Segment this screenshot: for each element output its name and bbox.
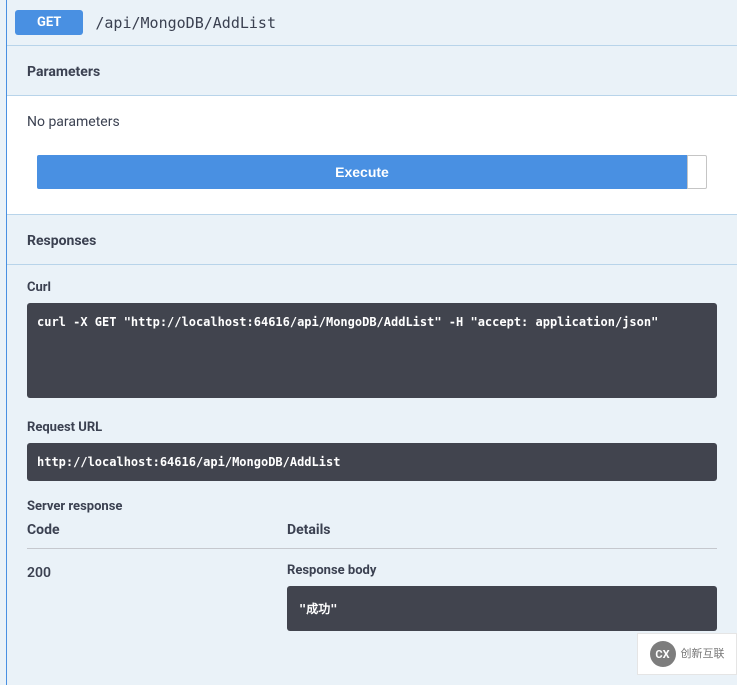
column-code-header: Code [27, 522, 287, 538]
response-body-label: Response body [287, 563, 717, 578]
responses-header: Responses [7, 214, 737, 265]
watermark-logo-icon: CX [650, 641, 676, 667]
no-parameters-text: No parameters [27, 114, 717, 130]
parameters-header: Parameters [7, 45, 737, 96]
response-body-block[interactable]: "成功" [287, 586, 717, 631]
parameters-title: Parameters [27, 64, 100, 80]
server-response-label: Server response [27, 499, 717, 514]
http-method-badge: GET [15, 10, 83, 35]
request-url-block[interactable]: http://localhost:64616/api/MongoDB/AddLi… [27, 443, 717, 481]
curl-command-block[interactable]: curl -X GET "http://localhost:64616/api/… [27, 303, 717, 398]
parameters-body: No parameters [7, 96, 737, 155]
execute-row: Execute [7, 155, 737, 214]
endpoint-path: /api/MongoDB/AddList [95, 14, 276, 32]
column-details-header: Details [287, 522, 717, 538]
responses-title: Responses [27, 233, 96, 249]
request-url-label: Request URL [27, 420, 717, 435]
api-operation-panel: GET /api/MongoDB/AddList Parameters No p… [6, 0, 737, 685]
response-row: 200 Response body "成功" [27, 563, 717, 631]
clear-button[interactable] [687, 155, 707, 189]
watermark: CX 创新互联 [637, 633, 737, 675]
execute-button[interactable]: Execute [37, 155, 687, 189]
curl-label: Curl [27, 280, 717, 295]
response-details: Response body "成功" [287, 563, 717, 631]
response-table-header: Code Details [27, 522, 717, 549]
responses-body: Curl curl -X GET "http://localhost:64616… [7, 265, 737, 646]
status-code: 200 [27, 563, 287, 631]
watermark-text: 创新互联 [681, 648, 725, 660]
operation-header[interactable]: GET /api/MongoDB/AddList [7, 0, 737, 45]
